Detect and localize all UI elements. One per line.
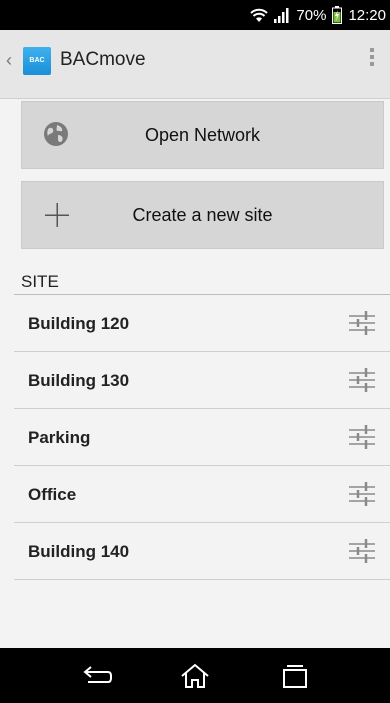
action-bar: ‹ BAC BACmove [0,30,390,99]
create-site-label: Create a new site [132,204,273,225]
site-name: Office [28,485,77,504]
site-name: Parking [28,428,91,447]
app-icon[interactable]: BAC [23,47,51,75]
status-bar: 70% 12:20 [0,0,390,30]
up-navigation-icon[interactable]: ‹ [6,50,12,71]
open-network-button[interactable]: Open Network [21,101,384,169]
list-item[interactable]: Building 120 [14,295,390,352]
wifi-icon [250,8,269,22]
site-name: Building 120 [28,314,130,333]
list-item[interactable]: Building 130 [14,352,390,409]
open-network-label: Open Network [144,124,261,145]
settings-sliders-icon[interactable] [348,538,376,564]
list-item[interactable]: Office [14,466,390,523]
list-item[interactable]: Building 140 [14,523,390,580]
clock: 12:20 [348,6,386,24]
settings-sliders-icon[interactable] [348,367,376,393]
signal-icon [274,7,289,23]
list-item[interactable]: Parking [14,409,390,466]
settings-sliders-icon[interactable] [348,481,376,507]
settings-sliders-icon[interactable] [348,310,376,336]
navigation-bar [0,648,390,703]
site-name: Building 140 [28,542,130,561]
battery-percentage: 70% [296,6,327,24]
battery-charging-icon [332,6,343,24]
home-icon[interactable] [178,662,212,690]
recent-apps-icon[interactable] [278,662,312,690]
back-icon[interactable] [80,662,114,690]
site-name: Building 130 [28,371,130,390]
create-site-button[interactable]: Create a new site [21,181,384,249]
overflow-menu-icon[interactable] [370,48,374,66]
settings-sliders-icon[interactable] [348,424,376,450]
site-section-header: SITE [21,272,59,291]
site-list: Building 120 Building 130 Parking Office… [14,295,390,580]
app-title: BACmove [60,49,146,70]
